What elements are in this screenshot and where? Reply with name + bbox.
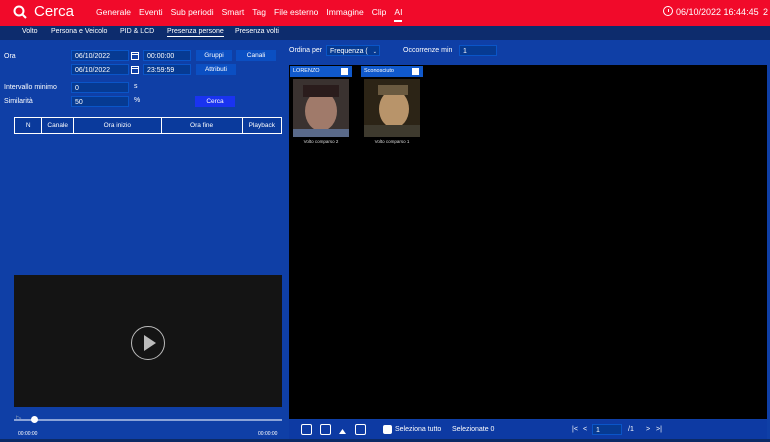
face-card[interactable]: Sconosciuto Volto comparso 1 [361, 66, 423, 148]
timeline[interactable] [14, 419, 282, 421]
calendar-icon[interactable] [131, 66, 139, 74]
nav-sub-periodi[interactable]: Sub periodi [171, 7, 214, 22]
triangle-up-icon[interactable] [337, 424, 348, 435]
occorrenze-field[interactable]: 1 [459, 45, 497, 56]
tab-presenza-volti[interactable]: Presenza volti [235, 28, 279, 35]
page-input[interactable]: 1 [592, 424, 622, 435]
first-page-icon[interactable]: |< [572, 426, 578, 433]
col-canale: Canale [41, 117, 75, 134]
similarita-label: Similarità [4, 98, 33, 105]
start-time-field[interactable]: 00:00:00 [143, 50, 191, 61]
intervallo-unit: s [134, 83, 138, 90]
last-page-icon[interactable]: >| [656, 426, 662, 433]
save-icon[interactable] [355, 424, 366, 435]
face-thumbnail [364, 79, 420, 137]
bottom-toolbar: Seleziona tutto Selezionate 0 |< < 1 /1 … [289, 420, 767, 439]
nav-file-esterno[interactable]: File esterno [274, 7, 318, 22]
end-date-field[interactable]: 06/10/2022 [71, 64, 129, 75]
corner-text: 2 [763, 7, 769, 17]
search-icon[interactable] [13, 5, 27, 19]
face-card-caption: Volto comparso 2 [303, 139, 339, 144]
nav-immagine[interactable]: Immagine [326, 7, 363, 22]
top-nav: Generale Eventi Sub periodi Smart Tag Fi… [96, 7, 410, 22]
left-panel: Ora 06/10/2022 00:00:00 Gruppi Canali 06… [0, 40, 286, 439]
select-all-checkbox[interactable] [383, 425, 392, 434]
nav-tag[interactable]: Tag [252, 7, 266, 22]
link-icon[interactable] [301, 424, 312, 435]
end-time-field[interactable]: 23:59:59 [143, 64, 191, 75]
select-all-label[interactable]: Seleziona tutto [395, 426, 441, 433]
col-ora-inizio: Ora inizio [73, 117, 162, 134]
col-ora-fine: Ora fine [160, 117, 243, 134]
ordina-select[interactable]: Frequenza ( ⌄ [326, 45, 380, 56]
card-checkbox[interactable] [412, 68, 419, 75]
top-bar: Cerca Generale Eventi Sub periodi Smart … [0, 0, 770, 26]
nav-ai[interactable]: AI [394, 7, 403, 22]
datetime: 06/10/2022 16:44:45 [676, 7, 759, 17]
attributi-button[interactable]: Attributi [196, 64, 236, 75]
export-icon[interactable] [320, 424, 331, 435]
sub-tabs: Volto Persona e Veicolo PID & LCD Presen… [0, 26, 770, 40]
nav-eventi[interactable]: Eventi [139, 7, 163, 22]
card-checkbox[interactable] [341, 68, 348, 75]
face-thumbnail [293, 79, 349, 137]
start-date-field[interactable]: 06/10/2022 [71, 50, 129, 61]
nav-smart[interactable]: Smart [222, 7, 245, 22]
intervallo-label: Intervallo minimo [4, 84, 57, 91]
next-page-icon[interactable]: > [646, 426, 650, 433]
results-table: N Canale Ora inizio Ora fine Playback [13, 117, 283, 134]
occorrenze-label: Occorrenze min [403, 47, 453, 54]
col-playback: Playback [241, 117, 283, 134]
selected-count: Selezionate 0 [452, 426, 495, 433]
cerca-button[interactable]: Cerca [195, 96, 235, 107]
tab-persona-veicolo[interactable]: Persona e Veicolo [51, 28, 107, 35]
tab-volto[interactable]: Volto [22, 28, 38, 35]
face-card[interactable]: LORENZO Volto comparso 2 [290, 66, 352, 148]
timeline-handle[interactable] [31, 416, 38, 423]
nav-clip[interactable]: Clip [372, 7, 387, 22]
intervallo-field[interactable]: 0 [71, 82, 129, 93]
tab-pid-lcd[interactable]: PID & LCD [120, 28, 154, 35]
ora-label: Ora [4, 53, 16, 60]
canali-button[interactable]: Canali [236, 50, 276, 61]
similarita-unit: % [134, 97, 141, 104]
app-title: Cerca [34, 3, 75, 20]
ordina-label: Ordina per [289, 47, 323, 54]
video-player[interactable] [14, 275, 282, 407]
nav-generale[interactable]: Generale [96, 7, 131, 22]
col-n: N [13, 117, 43, 134]
ordina-value: Frequenza ( [330, 48, 368, 55]
gruppi-button[interactable]: Gruppi [196, 50, 232, 61]
tab-presenza-persone[interactable]: Presenza persone [167, 28, 224, 37]
chevron-down-icon: ⌄ [372, 49, 377, 55]
play-icon[interactable] [131, 326, 165, 360]
page-total: /1 [628, 426, 634, 433]
time-start: 00:00:00 [18, 431, 38, 437]
face-card-caption: Volto comparso 1 [374, 139, 410, 144]
similarita-field[interactable]: 50 [71, 96, 129, 107]
calendar-icon[interactable] [131, 52, 139, 60]
time-end: 00:00:00 [258, 431, 278, 437]
clock-icon [663, 6, 673, 16]
prev-page-icon[interactable]: < [583, 426, 587, 433]
